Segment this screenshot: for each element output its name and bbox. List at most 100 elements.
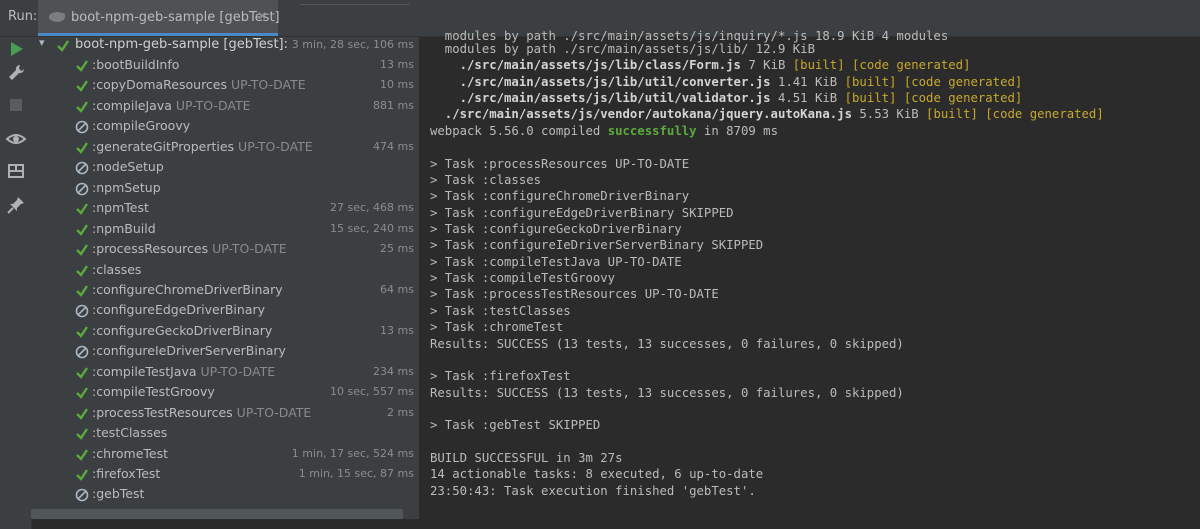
console-line: ./src/main/assets/js/lib/class/Form.js 7… [430,58,971,72]
check-icon [76,60,88,72]
console-line: > Task :compileTestJava UP-TO-DATE [430,255,682,269]
horizontal-scrollbar[interactable] [420,519,1200,529]
check-icon [76,223,88,236]
check-icon [76,387,88,400]
task-duration: 27 sec, 468 ms [330,201,414,215]
check-icon [57,40,69,52]
task-duration: 1 min, 15 sec, 87 ms [298,467,414,480]
console-line: > Task :configureChromeDriverBinary [430,189,690,203]
task-duration: 13 ms [380,58,414,71]
task-label: :npmBuild [92,220,156,236]
run-icon[interactable] [6,39,26,59]
tree-root[interactable]: ▾ boot-npm-geb-sample [gebTest]: success… [31,36,419,56]
check-icon [76,101,88,113]
tab-geb-test[interactable]: boot-npm-geb-sample [gebTest] ✕ [38,0,280,36]
console-line: BUILD SUCCESSFUL in 3m 27s [430,451,623,465]
console-line: > Task :configureIeDriverServerBinary SK… [430,238,764,252]
check-icon [76,203,88,216]
console-output: modules by path ./src/main/assets/js/inq… [420,29,1200,529]
task-label: :copyDomaResources UP-TO-DATE [92,77,306,93]
console-line: Results: SUCCESS (13 tests, 13 successes… [430,386,904,400]
console-line: > Task :processResources UP-TO-DATE [430,157,690,171]
task-row[interactable]: :npmTest 27 sec, 468 ms [31,199,419,219]
console-line: modules by path ./src/main/assets/js/lib… [430,42,815,56]
eye-icon[interactable] [6,129,26,149]
stop-icon[interactable] [6,95,26,115]
horizontal-scrollbar[interactable] [31,509,403,519]
task-label: :bootBuildInfo [92,57,180,72]
console-line: > Task :testClasses [430,304,571,318]
task-duration: 10 sec, 557 ms [330,385,414,399]
task-row[interactable]: :firefoxTest 1 min, 15 sec, 87 ms [31,465,419,485]
check-icon [76,285,88,297]
task-label: :generateGitProperties UP-TO-DATE [92,138,313,154]
task-duration: 64 ms [380,282,414,296]
task-row[interactable]: :npmBuild 15 sec, 240 ms [31,220,419,240]
task-duration: 13 ms [380,323,414,337]
console-line: > Task :compileTestGroovy [430,271,616,285]
task-duration: 25 ms [380,242,414,256]
task-row[interactable]: :chromeTest 1 min, 17 sec, 524 ms [31,445,419,465]
task-row[interactable]: :npmSetup [31,179,419,199]
console-line: > Task :gebTest SKIPPED [430,418,601,432]
check-icon [76,326,88,338]
wrench-icon[interactable] [6,63,26,83]
skipped-icon [75,161,89,175]
task-row[interactable]: :compileGroovy [31,117,419,137]
skipped-icon [75,489,89,502]
check-icon [76,367,88,379]
tab-title: boot-npm-geb-sample [gebTest] [71,10,280,25]
task-row[interactable]: :copyDomaResources UP-TO-DATE 10 ms [31,76,419,96]
task-duration: 15 sec, 240 ms [330,221,414,235]
skipped-icon [75,121,89,134]
task-row[interactable]: :compileTestJava UP-TO-DATE 234 ms [31,363,419,383]
task-row[interactable]: :gebTest [31,485,419,505]
console-line: > Task :configureEdgeDriverBinary SKIPPE… [430,206,734,220]
task-row[interactable]: :generateGitProperties UP-TO-DATE 474 ms [31,138,419,158]
task-duration: 2 ms [387,405,414,419]
task-row[interactable]: :testClasses [31,424,419,444]
task-row[interactable]: :configureEdgeDriverBinary [31,301,419,321]
task-row[interactable]: :configureGeckoDriverBinary 13 ms [31,322,419,342]
chevron-down-icon[interactable]: ▾ [39,36,45,49]
skipped-icon [75,305,89,318]
task-row[interactable]: :classes [31,261,419,281]
console-line: > Task :classes [430,173,542,187]
build-task-tree: ▾ boot-npm-geb-sample [gebTest]: success… [31,36,419,519]
task-row[interactable]: :processResources UP-TO-DATE 25 ms [31,240,419,260]
task-row[interactable]: :configureChromeDriverBinary 64 ms [31,281,419,301]
layout-icon[interactable] [6,161,26,181]
task-duration: 881 ms [373,98,414,112]
close-icon[interactable]: ✕ [257,9,267,23]
pin-icon[interactable] [6,195,26,215]
run-label: Run: [8,9,38,24]
task-label: :configureChromeDriverBinary [92,281,283,297]
task-duration: 474 ms [373,139,414,153]
console-line: > Task :processTestResources UP-TO-DATE [430,287,719,301]
task-label: :compileGroovy [92,118,191,134]
console-line: ./src/main/assets/js/lib/util/converter.… [430,75,1023,89]
task-row[interactable]: :bootBuildInfo 13 ms [31,56,419,76]
task-label: :npmSetup [92,179,161,195]
skipped-icon [75,345,89,359]
check-icon [76,407,88,420]
task-label: :processTestResources UP-TO-DATE [92,404,312,420]
task-label: :compileJava UP-TO-DATE [92,97,251,113]
task-row[interactable]: :compileTestGroovy 10 sec, 557 ms [31,383,419,403]
task-label: :configureEdgeDriverBinary [92,302,266,318]
console-line: webpack 5.56.0 compiled successfully in … [430,124,778,138]
skipped-icon [75,182,89,195]
task-label: :compileTestJava UP-TO-DATE [92,363,276,379]
check-icon [76,244,88,256]
task-label: :chromeTest [92,445,169,461]
console-line: ./src/main/assets/js/vendor/autokana/jqu… [430,107,1104,121]
console-line: Results: SUCCESS (13 tests, 13 successes… [430,337,904,351]
task-row[interactable]: :configureIeDriverServerBinary [31,342,419,362]
console-line: ./src/main/assets/js/lib/util/validator.… [430,91,1023,105]
task-label: :compileTestGroovy [92,384,215,400]
task-row[interactable]: :compileJava UP-TO-DATE 881 ms [31,97,419,117]
task-row[interactable]: :nodeSetup [31,158,419,178]
check-icon [76,469,88,481]
task-label: :testClasses [92,425,168,441]
task-row[interactable]: :processTestResources UP-TO-DATE 2 ms [31,404,419,424]
